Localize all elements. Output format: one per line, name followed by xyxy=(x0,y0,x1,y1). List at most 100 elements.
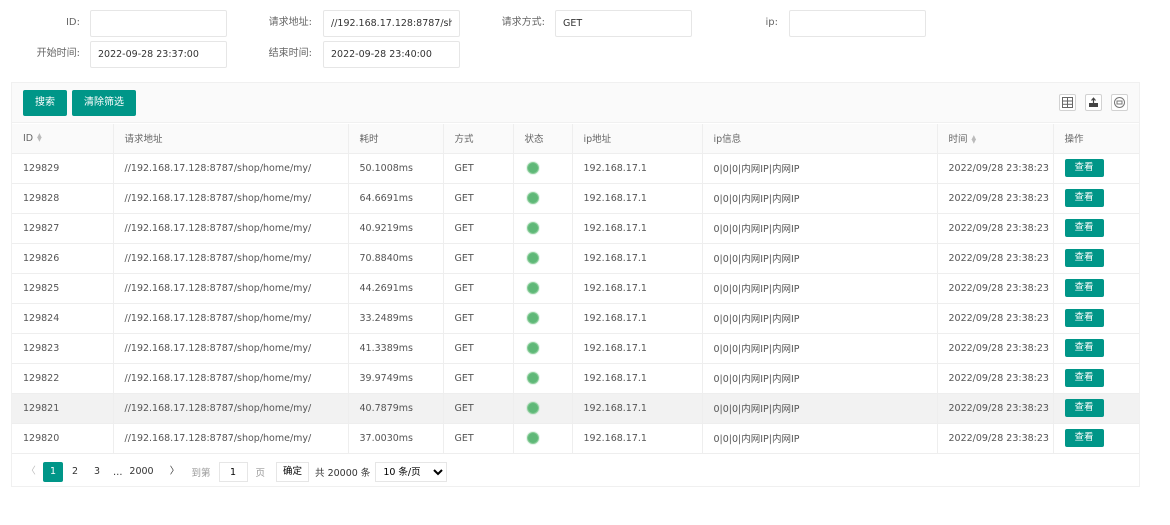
col-url: 请求地址 xyxy=(113,124,349,154)
cell-duration: 40.7879ms xyxy=(348,393,444,424)
cell-url: //192.168.17.128:8787/shop/home/my/ xyxy=(113,393,349,424)
cell-id: 129822 xyxy=(12,363,114,394)
cell-ip: 192.168.17.1 xyxy=(572,213,703,244)
status-ok-icon xyxy=(526,342,539,354)
sort-icon[interactable]: ▲ ▼ xyxy=(972,134,977,144)
table-row: 129820//192.168.17.128:8787/shop/home/my… xyxy=(12,423,1139,454)
cell-status xyxy=(513,153,573,184)
start-time-input[interactable] xyxy=(90,41,227,68)
cell-duration: 40.9219ms xyxy=(348,213,444,244)
cell-ip: 192.168.17.1 xyxy=(572,243,703,274)
cell-id: 129824 xyxy=(12,303,114,334)
cell-action: 查看 xyxy=(1053,213,1139,244)
page-1-button[interactable]: 1 xyxy=(43,462,63,482)
col-id[interactable]: ID ▲ ▼ xyxy=(12,124,114,154)
cell-ip-info: 0|0|0|内网IP|内网IP xyxy=(702,363,938,394)
cell-ip: 192.168.17.1 xyxy=(572,393,703,424)
prev-page-button[interactable]: 〈 xyxy=(21,462,41,482)
status-ok-icon xyxy=(526,372,539,384)
table-header-row: ID ▲ ▼ 请求地址 耗时 方式 状态 ip地址 ip信息 时间 ▲ ▼ 操作 xyxy=(12,124,1139,154)
cell-ip: 192.168.17.1 xyxy=(572,423,703,454)
page-2-button[interactable]: 2 xyxy=(65,462,85,482)
ip-input[interactable] xyxy=(789,10,926,37)
col-duration: 耗时 xyxy=(348,124,444,154)
table-row: 129829//192.168.17.128:8787/shop/home/my… xyxy=(12,153,1139,184)
cell-ip-info: 0|0|0|内网IP|内网IP xyxy=(702,243,938,274)
id-label: ID: xyxy=(65,17,80,28)
cell-time: 2022/09/28 23:38:23 xyxy=(937,153,1054,184)
goto-confirm-button[interactable]: 确定 xyxy=(276,462,310,482)
status-ok-icon xyxy=(526,432,539,444)
table-row: 129827//192.168.17.128:8787/shop/home/my… xyxy=(12,213,1139,244)
table-row: 129825//192.168.17.128:8787/shop/home/my… xyxy=(12,273,1139,304)
view-button[interactable]: 查看 xyxy=(1064,429,1104,447)
col-ip: ip地址 xyxy=(572,124,703,154)
export-icon[interactable] xyxy=(1085,94,1102,111)
cell-id: 129821 xyxy=(12,393,114,424)
cell-url: //192.168.17.128:8787/shop/home/my/ xyxy=(113,273,349,304)
page-ellipsis: … xyxy=(113,466,123,478)
view-button[interactable]: 查看 xyxy=(1064,369,1104,387)
view-button[interactable]: 查看 xyxy=(1064,189,1104,207)
print-icon[interactable] xyxy=(1111,94,1128,111)
url-input[interactable] xyxy=(323,10,460,37)
cell-time: 2022/09/28 23:38:23 xyxy=(937,273,1054,304)
end-time-label: 结束时间: xyxy=(268,48,312,59)
goto-page-input[interactable] xyxy=(218,462,248,482)
cell-time: 2022/09/28 23:38:23 xyxy=(937,213,1054,244)
cell-status xyxy=(513,303,573,334)
table-row: 129828//192.168.17.128:8787/shop/home/my… xyxy=(12,183,1139,214)
search-button[interactable]: 搜索 xyxy=(23,90,67,116)
filter-form: ID: 请求地址: 请求方式: ip: 开始时间: 结束时间: xyxy=(0,0,1170,80)
table-row: 129823//192.168.17.128:8787/shop/home/my… xyxy=(12,333,1139,364)
view-button[interactable]: 查看 xyxy=(1064,339,1104,357)
page-3-button[interactable]: 3 xyxy=(87,462,107,482)
cell-time: 2022/09/28 23:38:23 xyxy=(937,423,1054,454)
last-page-button[interactable]: 2000 xyxy=(127,462,157,482)
cell-url: //192.168.17.128:8787/shop/home/my/ xyxy=(113,213,349,244)
page-size-select[interactable]: 10 条/页 xyxy=(375,462,448,482)
cell-ip: 192.168.17.1 xyxy=(572,183,703,214)
table-row: 129822//192.168.17.128:8787/shop/home/my… xyxy=(12,363,1139,394)
cell-ip-info: 0|0|0|内网IP|内网IP xyxy=(702,273,938,304)
cell-status xyxy=(513,273,573,304)
view-button[interactable]: 查看 xyxy=(1064,159,1104,177)
clear-filter-button[interactable]: 清除筛选 xyxy=(72,90,136,116)
view-button[interactable]: 查看 xyxy=(1064,309,1104,327)
view-button[interactable]: 查看 xyxy=(1064,249,1104,267)
sort-icon[interactable]: ▲ ▼ xyxy=(37,133,42,143)
col-action: 操作 xyxy=(1053,124,1139,154)
end-time-input[interactable] xyxy=(323,41,460,68)
col-ip-info: ip信息 xyxy=(702,124,938,154)
cell-url: //192.168.17.128:8787/shop/home/my/ xyxy=(113,363,349,394)
cell-action: 查看 xyxy=(1053,333,1139,364)
col-time[interactable]: 时间 ▲ ▼ xyxy=(937,124,1054,154)
col-method: 方式 xyxy=(443,124,514,154)
cell-id: 129825 xyxy=(12,273,114,304)
cell-method: GET xyxy=(443,243,514,274)
goto-label: 到第 xyxy=(191,468,211,479)
cell-action: 查看 xyxy=(1053,423,1139,454)
status-ok-icon xyxy=(526,192,539,204)
columns-icon[interactable] xyxy=(1059,94,1076,111)
cell-method: GET xyxy=(443,183,514,214)
cell-duration: 50.1008ms xyxy=(348,153,444,184)
cell-url: //192.168.17.128:8787/shop/home/my/ xyxy=(113,183,349,214)
status-ok-icon xyxy=(526,282,539,294)
cell-url: //192.168.17.128:8787/shop/home/my/ xyxy=(113,243,349,274)
view-button[interactable]: 查看 xyxy=(1064,279,1104,297)
cell-action: 查看 xyxy=(1053,243,1139,274)
view-button[interactable]: 查看 xyxy=(1064,219,1104,237)
cell-id: 129823 xyxy=(12,333,114,364)
method-input[interactable] xyxy=(555,10,692,37)
next-page-button[interactable]: 〉 xyxy=(165,462,185,482)
cell-action: 查看 xyxy=(1053,153,1139,184)
cell-time: 2022/09/28 23:38:23 xyxy=(937,333,1054,364)
start-time-label: 开始时间: xyxy=(36,48,80,59)
cell-id: 129828 xyxy=(12,183,114,214)
cell-id: 129827 xyxy=(12,213,114,244)
cell-action: 查看 xyxy=(1053,393,1139,424)
id-input[interactable] xyxy=(90,10,227,37)
view-button[interactable]: 查看 xyxy=(1064,399,1104,417)
ip-label: ip: xyxy=(765,17,779,28)
